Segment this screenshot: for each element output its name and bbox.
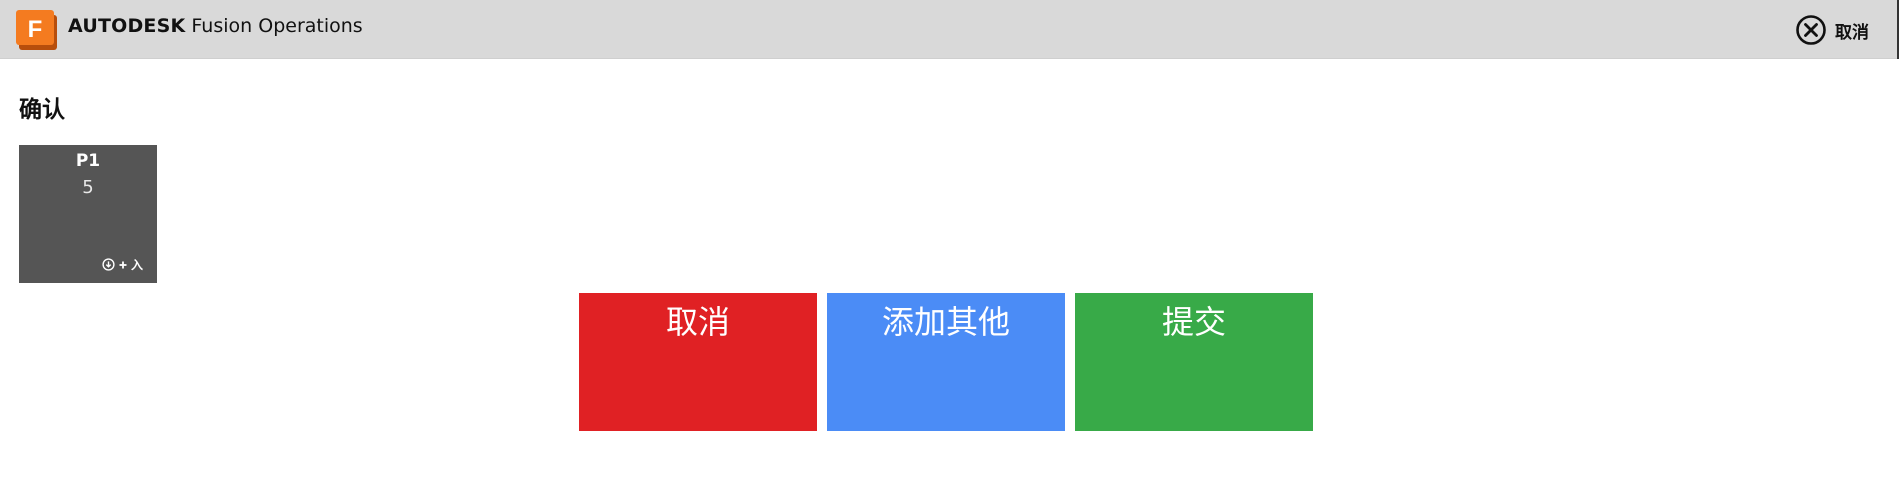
svg-text:F: F xyxy=(28,16,43,43)
tile-footer-label: 入 xyxy=(130,258,143,272)
header-cancel-button[interactable]: 取消 xyxy=(1795,14,1869,46)
download-circle-icon xyxy=(102,258,115,271)
fusion-logo-icon: F xyxy=(16,10,58,50)
plus-icon xyxy=(119,261,127,268)
add-other-button[interactable]: 添加其他 xyxy=(827,293,1065,431)
page-title: 确认 xyxy=(19,97,65,123)
cancel-button[interactable]: 取消 xyxy=(579,293,817,431)
submit-button[interactable]: 提交 xyxy=(1075,293,1313,431)
company-name: AUTODESK xyxy=(68,15,186,37)
app-header: F AUTODESK Fusion Operations 取消 xyxy=(0,0,1899,59)
part-name: P1 xyxy=(75,151,101,171)
header-cancel-label: 取消 xyxy=(1835,22,1869,43)
app-title: AUTODESK Fusion Operations xyxy=(68,15,363,39)
close-circle-icon xyxy=(1796,15,1826,45)
product-name: Fusion Operations xyxy=(191,15,363,37)
part-tile[interactable]: P1 5 入 xyxy=(19,145,157,283)
tile-footer: 入 xyxy=(102,256,143,273)
part-quantity: 5 xyxy=(82,177,94,198)
